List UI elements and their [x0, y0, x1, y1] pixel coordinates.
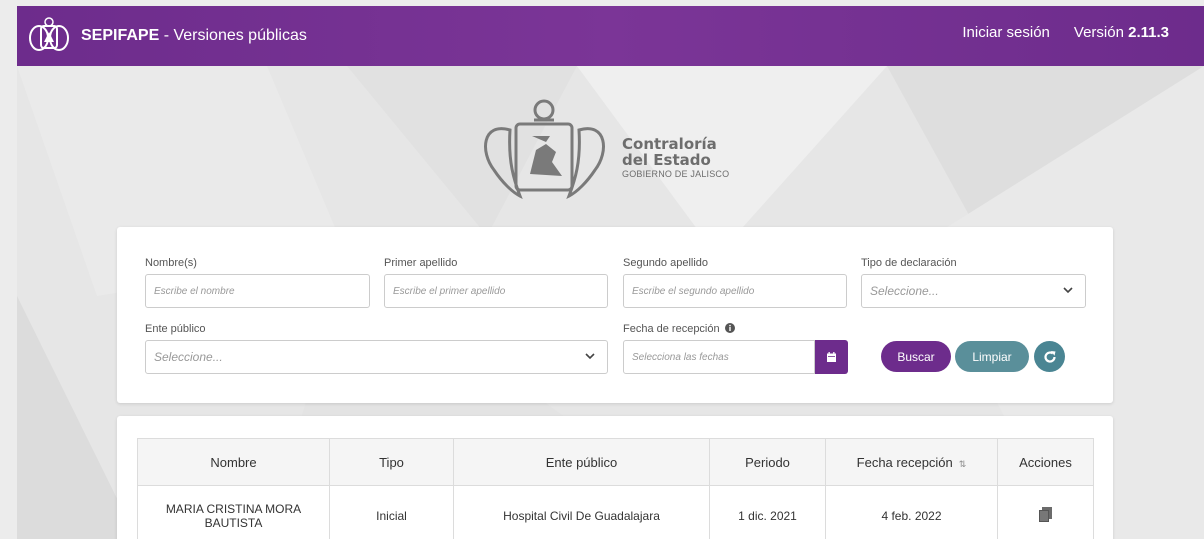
cell-fecha: 4 feb. 2022 [825, 485, 998, 539]
buscar-button[interactable]: Buscar [881, 341, 951, 372]
calendar-icon [827, 352, 836, 362]
segundo-apellido-input[interactable]: Escribe el segundo apellido [623, 274, 847, 308]
tipo-declaracion-select[interactable]: Seleccione... [861, 274, 1086, 308]
limpiar-button[interactable]: Limpiar [955, 341, 1029, 372]
version-label: Versión 2.11.3 [1074, 24, 1169, 41]
primer-apellido-input[interactable]: Escribe el primer apellido [384, 274, 608, 308]
app-subtitle: - Versiones públicas [159, 27, 307, 44]
fecha-recepcion-label-text: Fecha de recepción [623, 323, 720, 335]
column-header-nombre[interactable]: Nombre [137, 438, 330, 486]
brand-line-1: Contraloría [622, 135, 717, 153]
refresh-icon [1043, 350, 1056, 363]
fecha-recepcion-placeholder: Selecciona las fechas [632, 351, 729, 363]
login-link[interactable]: Iniciar sesión [962, 24, 1050, 41]
fecha-recepcion-label: Fecha de recepción [623, 323, 735, 335]
info-icon[interactable] [724, 323, 735, 333]
nav-right: Iniciar sesión Versión 2.11.3 [962, 24, 1169, 41]
chevron-down-icon [1063, 287, 1073, 294]
cell-ente: Hospital Civil De Guadalajara [453, 485, 710, 539]
cell-nombre: MARIA CRISTINA MORA BAUTISTA [137, 485, 330, 539]
tipo-declaracion-placeholder: Seleccione... [870, 284, 939, 298]
column-header-ente[interactable]: Ente público [453, 438, 710, 486]
sort-icon[interactable]: ⇅ [959, 459, 967, 469]
copy-icon[interactable] [1039, 506, 1052, 522]
top-navbar: SEPIFAPE - Versiones públicas Iniciar se… [17, 6, 1204, 66]
cell-acciones [997, 485, 1094, 539]
contraloria-brand: Contraloría del Estado GOBIERNO DE JALIS… [472, 92, 772, 202]
cell-tipo: Inicial [329, 485, 454, 539]
brand-text: Contraloría del Estado GOBIERNO DE JALIS… [622, 136, 729, 179]
primer-apellido-label: Primer apellido [384, 257, 458, 269]
column-header-tipo[interactable]: Tipo [329, 438, 454, 486]
version-number: 2.11.3 [1128, 23, 1169, 41]
chevron-down-icon [585, 353, 595, 360]
ente-publico-select[interactable]: Seleccione... [145, 340, 608, 374]
reload-button[interactable] [1034, 341, 1065, 372]
app-frame: SEPIFAPE - Versiones públicas Iniciar se… [17, 6, 1204, 539]
nombre-placeholder: Escribe el nombre [154, 285, 235, 297]
results-table: Nombre Tipo Ente público Periodo Fecha r… [137, 438, 1094, 539]
nombre-label: Nombre(s) [145, 257, 197, 269]
column-header-fecha[interactable]: Fecha recepción ⇅ [825, 438, 998, 486]
primer-apellido-placeholder: Escribe el primer apellido [393, 285, 506, 297]
calendar-button[interactable] [815, 340, 848, 374]
version-prefix: Versión [1073, 23, 1129, 41]
ente-publico-label: Ente público [145, 323, 206, 335]
tipo-declaracion-label: Tipo de declaración [861, 257, 957, 269]
nombre-input[interactable]: Escribe el nombre [145, 274, 370, 308]
contraloria-crest-logo [484, 99, 605, 200]
cell-periodo: 1 dic. 2021 [709, 485, 826, 539]
brand-line-2: del Estado [622, 151, 711, 169]
app-title: SEPIFAPE - Versiones públicas [81, 27, 307, 45]
ente-publico-placeholder: Seleccione... [154, 350, 223, 364]
column-header-acciones: Acciones [997, 438, 1094, 486]
table-row[interactable]: MARIA CRISTINA MORA BAUTISTA Inicial Hos… [137, 485, 1094, 539]
table-header-row: Nombre Tipo Ente público Periodo Fecha r… [137, 438, 1094, 486]
search-filters-card: Nombre(s) Escribe el nombre Primer apell… [117, 227, 1113, 403]
column-header-periodo[interactable]: Periodo [709, 438, 826, 486]
brand-line-3: GOBIERNO DE JALISCO [622, 169, 730, 179]
segundo-apellido-placeholder: Escribe el segundo apellido [632, 285, 755, 297]
column-header-fecha-label: Fecha recepción [856, 454, 953, 470]
results-card: Nombre Tipo Ente público Periodo Fecha r… [117, 416, 1113, 539]
fecha-recepcion-input[interactable]: Selecciona las fechas [623, 340, 815, 374]
jalisco-crest-logo [29, 17, 69, 51]
app-name: SEPIFAPE [81, 27, 160, 44]
segundo-apellido-label: Segundo apellido [623, 257, 709, 269]
